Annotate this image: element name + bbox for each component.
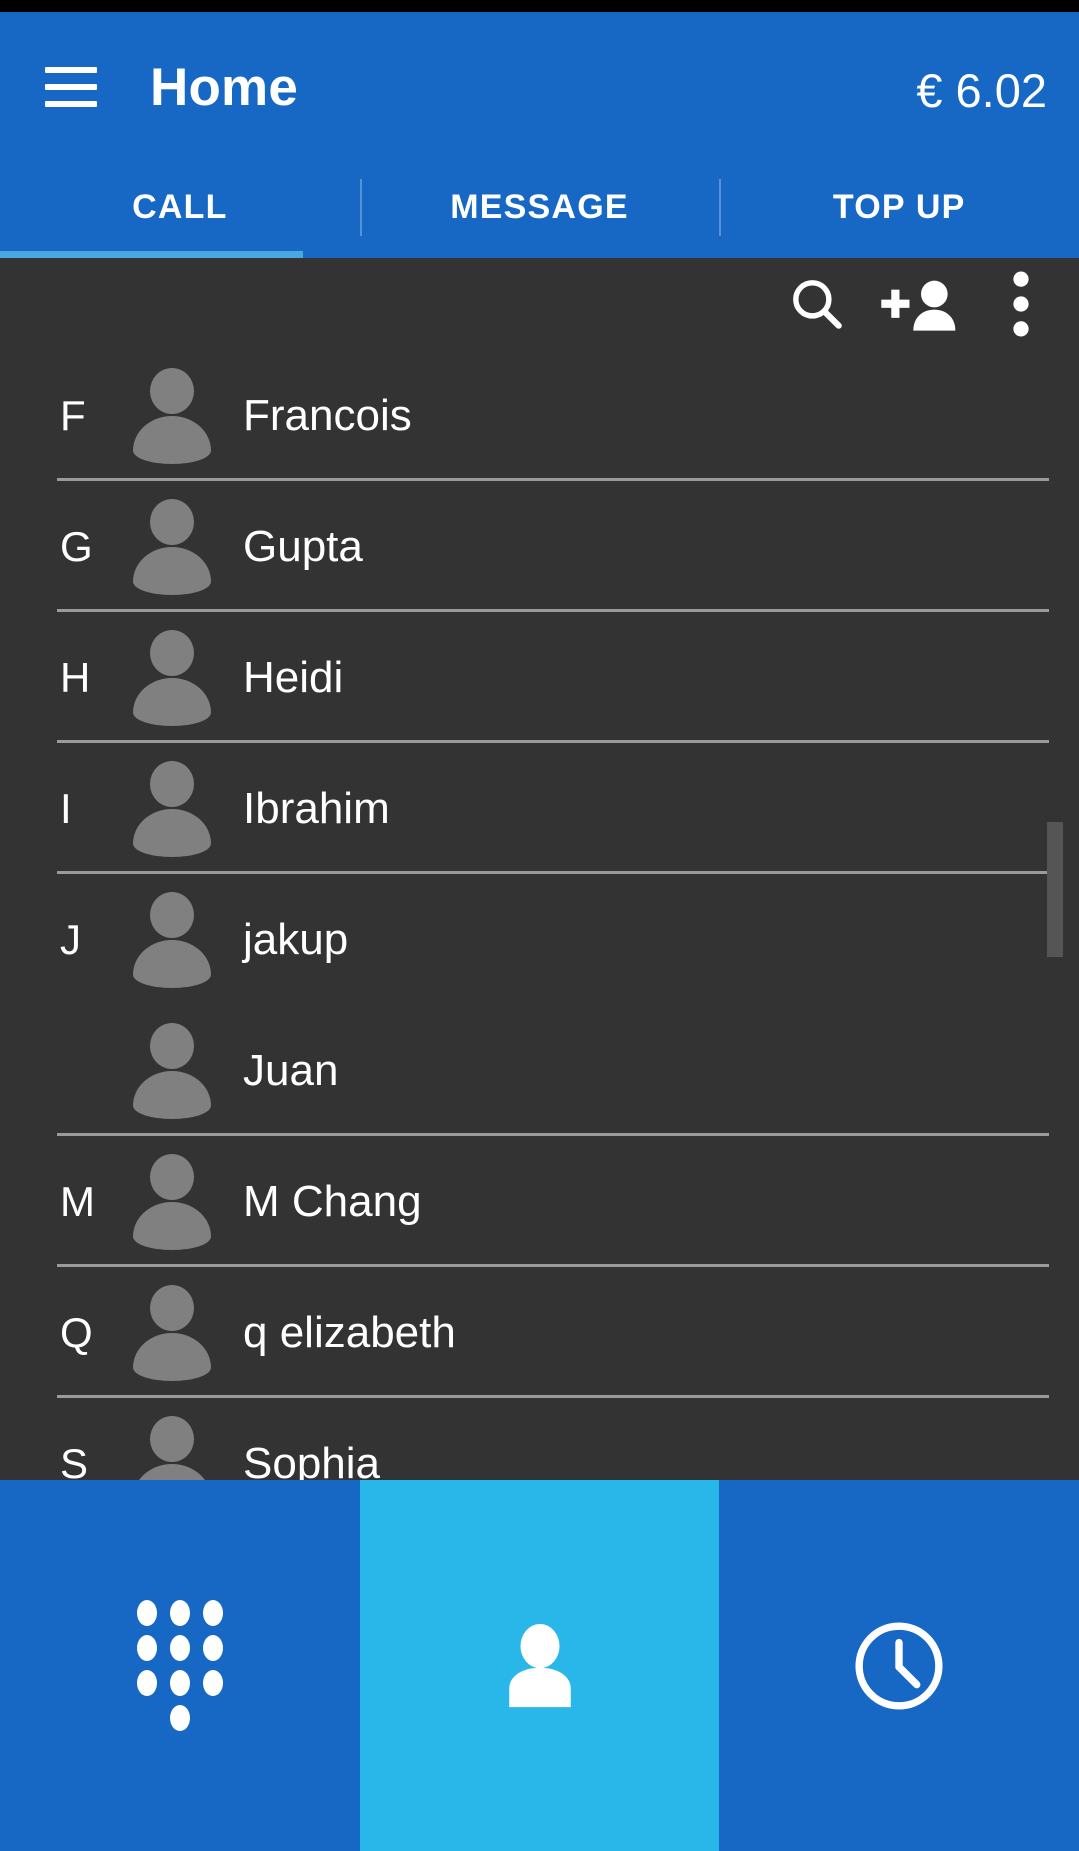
app-root: Home € 6.02 CALL MESSAGE TOP UP F Franco…: [0, 0, 1079, 1851]
avatar-body: [133, 1202, 211, 1250]
contact-name: Sophia: [243, 1438, 381, 1481]
section-letter: G: [60, 522, 93, 570]
contact-row[interactable]: S Sophia: [0, 1398, 1079, 1480]
recents-clock-icon: [855, 1621, 943, 1710]
section-letter: S: [60, 1439, 89, 1481]
contacts-toolbar: [619, 258, 1079, 350]
contacts-person-icon: [508, 1623, 571, 1707]
avatar-head: [150, 499, 194, 545]
avatar-body: [133, 1071, 211, 1119]
avatar-body: [133, 1464, 211, 1480]
contacts-list: F Francois G Gupta H Heidi I Ibrahim J j…: [0, 350, 1079, 1480]
avatar: [133, 1267, 211, 1398]
nav-recents[interactable]: [719, 1480, 1079, 1851]
avatar-body: [133, 1333, 211, 1381]
section-letter: Q: [60, 1308, 93, 1356]
status-bar: [0, 0, 1079, 12]
avatar-body: [133, 416, 211, 464]
contact-row[interactable]: Q q elizabeth: [0, 1267, 1079, 1398]
tab-bar: CALL MESSAGE TOP UP: [0, 157, 1079, 258]
nav-contacts[interactable]: [359, 1480, 720, 1851]
section-letter: H: [60, 653, 91, 701]
section-letter: J: [60, 915, 81, 963]
contact-name: Ibrahim: [243, 783, 390, 833]
search-icon[interactable]: [769, 258, 865, 350]
avatar: [133, 1136, 211, 1267]
section-letter: M: [60, 1177, 95, 1225]
avatar-head: [150, 1416, 194, 1462]
avatar: [133, 350, 211, 481]
balance-amount: € 6.02: [916, 64, 1047, 117]
contact-row[interactable]: H Heidi: [0, 612, 1079, 743]
section-letter: I: [60, 784, 72, 832]
overflow-menu-icon[interactable]: [977, 258, 1065, 350]
contact-row[interactable]: J jakup: [0, 874, 1079, 1005]
contact-name: q elizabeth: [243, 1307, 456, 1357]
avatar-head: [150, 630, 194, 676]
dialpad-icon: [136, 1599, 223, 1732]
tab-active-indicator: [0, 251, 303, 258]
nav-dialpad[interactable]: [0, 1480, 360, 1851]
avatar-head: [150, 1023, 194, 1069]
avatar-head: [150, 761, 194, 807]
tab-message[interactable]: MESSAGE: [359, 157, 720, 258]
contact-name: Francois: [243, 390, 412, 440]
hamburger-menu-icon[interactable]: [45, 67, 97, 107]
contacts-panel: F Francois G Gupta H Heidi I Ibrahim J j…: [0, 258, 1079, 1480]
hamburger-line: [45, 84, 97, 90]
avatar: [133, 1398, 211, 1480]
page-title: Home: [150, 58, 299, 117]
avatar-head: [150, 368, 194, 414]
tab-call[interactable]: CALL: [0, 157, 360, 258]
tab-top-up[interactable]: TOP UP: [719, 157, 1079, 258]
contact-row[interactable]: M M Chang: [0, 1136, 1079, 1267]
avatar-head: [150, 892, 194, 938]
contact-row[interactable]: Juan: [0, 1005, 1079, 1136]
avatar: [133, 874, 211, 1005]
avatar-head: [150, 1285, 194, 1331]
avatar-body: [133, 547, 211, 595]
contact-row[interactable]: F Francois: [0, 350, 1079, 481]
contact-name: jakup: [243, 914, 349, 964]
contact-name: Heidi: [243, 652, 344, 702]
contact-name: Juan: [243, 1045, 339, 1095]
contact-name: Gupta: [243, 521, 363, 571]
avatar-body: [133, 809, 211, 857]
bottom-navigation: [0, 1480, 1079, 1851]
avatar: [133, 1005, 211, 1136]
section-letter: F: [60, 391, 86, 439]
avatar-head: [150, 1154, 194, 1200]
hamburger-line: [45, 67, 97, 73]
avatar: [133, 743, 211, 874]
contact-name: M Chang: [243, 1176, 422, 1226]
app-header: Home € 6.02 CALL MESSAGE TOP UP: [0, 12, 1079, 258]
avatar-body: [133, 940, 211, 988]
scrollbar-thumb[interactable]: [1047, 822, 1063, 957]
contact-row[interactable]: I Ibrahim: [0, 743, 1079, 874]
hamburger-line: [45, 101, 97, 107]
app-bar: Home € 6.02: [0, 12, 1079, 157]
avatar: [133, 612, 211, 743]
contact-row[interactable]: G Gupta: [0, 481, 1079, 612]
avatar-body: [133, 678, 211, 726]
avatar: [133, 481, 211, 612]
add-person-icon[interactable]: [865, 258, 977, 350]
